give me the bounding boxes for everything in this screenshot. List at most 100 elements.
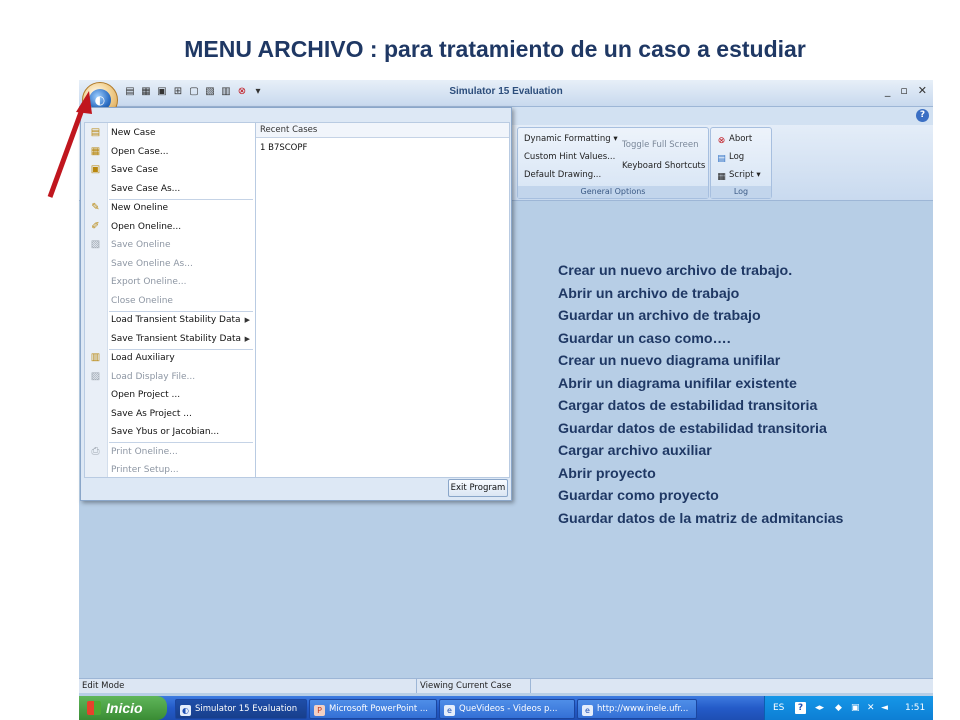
start-label: Inicio: [106, 700, 143, 716]
description-line: Crear un nuevo diagrama unifilar: [558, 353, 781, 369]
internet-explorer-icon: e: [444, 705, 455, 716]
task-simulator[interactable]: ◐ Simulator 15 Evaluation: [175, 699, 307, 719]
abort-button[interactable]: ⊗ Abort: [716, 134, 753, 147]
menu-item[interactable]: Save Case As...: [85, 180, 255, 198]
log-group: ⊗ Abort ▤ Log ▦ Script ▾ Log: [710, 127, 772, 199]
log-button[interactable]: ▤ Log: [716, 152, 744, 165]
menu-item-label: Export Oneline...: [111, 277, 187, 287]
save-case-icon: ▣: [90, 164, 101, 175]
menu-item[interactable]: ✎ New Oneline: [85, 199, 255, 217]
new-oneline-icon: ✎: [91, 202, 100, 213]
menu-item[interactable]: ✐ Open Oneline...: [85, 218, 255, 236]
task-browser[interactable]: e http://www.inele.ufr...: [577, 699, 697, 719]
menu-item-label: Save Ybus or Jacobian...: [111, 427, 220, 437]
chevron-down-icon: ▾: [756, 170, 761, 180]
menu-item[interactable]: Save As Project ...: [85, 405, 255, 423]
clock: 1:51: [905, 703, 926, 713]
restore-button[interactable]: ▫: [900, 84, 907, 97]
keyboard-shortcuts-button[interactable]: Keyboard Shortcuts: [622, 161, 705, 171]
menu-item[interactable]: Printer Setup...: [85, 461, 255, 479]
abort-icon: ⊗: [717, 136, 726, 146]
task-powerpoint[interactable]: P Microsoft PowerPoint ...: [309, 699, 437, 719]
language-indicator[interactable]: ES: [773, 702, 784, 714]
task-label: Simulator 15 Evaluation: [195, 704, 298, 714]
description-line: Guardar datos de la matriz de admitancia…: [558, 510, 844, 527]
menu-item-label: Save Case: [111, 165, 158, 175]
auxiliary-icon: ▥: [90, 352, 101, 363]
shield-icon[interactable]: ◆: [835, 702, 842, 714]
start-button[interactable]: Inicio: [79, 696, 167, 720]
menu-item-label: Load Auxiliary: [111, 353, 175, 363]
script-label: Script: [729, 170, 754, 180]
recent-cases-panel: Recent Cases 1 B7SCOPF: [255, 122, 510, 478]
title-bar: ▤ ▦ ▣ ⊞ ▢ ▧ ▥ ⊗ ▾ Simulator 15 Evaluatio…: [79, 80, 933, 107]
menu-item[interactable]: Save Oneline As...: [85, 255, 255, 273]
arrows-icon[interactable]: ◂▸: [815, 702, 824, 714]
menu-item-label: Save Oneline As...: [111, 258, 193, 269]
network-icon[interactable]: ▣: [851, 702, 860, 714]
script-button[interactable]: ▦ Script ▾: [716, 170, 761, 183]
menu-item[interactable]: Export Oneline...: [85, 273, 255, 291]
recent-cases-header-label: Recent Cases: [260, 125, 318, 135]
menu-item[interactable]: Save Ybus or Jacobian...: [85, 423, 255, 441]
windows-flag-icon: [87, 701, 101, 715]
menu-item[interactable]: ▨ Load Display File...: [85, 368, 255, 386]
menu-item[interactable]: ▤ New Case: [85, 124, 255, 142]
window-controls: _ ▫ ✕: [885, 84, 927, 97]
volume-icon[interactable]: ◄: [881, 702, 888, 714]
task-quevideos[interactable]: e QueVideos - Videos p...: [439, 699, 575, 719]
custom-hint-values-button[interactable]: Custom Hint Values...: [524, 152, 615, 162]
menu-item-label: Save As Project ...: [111, 408, 192, 419]
menu-item[interactable]: ▣ Save Case: [85, 161, 255, 179]
menu-item-label: Save Case As...: [111, 183, 181, 194]
menu-item[interactable]: Open Project ...: [85, 386, 255, 404]
menu-item[interactable]: Save Transient Stability Data ▶: [85, 330, 255, 348]
chevron-down-icon: ▾: [613, 134, 618, 144]
dynamic-formatting-button[interactable]: Dynamic Formatting ▾: [524, 134, 618, 144]
menu-item-label: Open Project ...: [111, 390, 181, 400]
task-label: http://www.inele.ufr...: [597, 704, 689, 714]
exit-program-button[interactable]: Exit Program: [448, 479, 508, 497]
submenu-arrow-icon: ▶: [244, 316, 250, 324]
open-case-icon: ▦: [90, 145, 101, 157]
close-button[interactable]: ✕: [918, 84, 927, 97]
recent-case-item[interactable]: 1 B7SCOPF: [260, 143, 307, 153]
help-icon[interactable]: ?: [795, 702, 806, 714]
status-viewing: Viewing Current Case: [417, 679, 531, 693]
menu-item-label: Close Oneline: [111, 295, 173, 306]
description-line: Cargar archivo auxiliar: [558, 443, 712, 459]
menu-item[interactable]: ⎙ Print Oneline...: [85, 443, 255, 461]
taskbar: Inicio ◐ Simulator 15 Evaluation P Microso…: [79, 696, 933, 720]
menu-item[interactable]: Close Oneline: [85, 292, 255, 310]
status-bar: Edit Mode Viewing Current Case: [79, 678, 933, 693]
submenu-arrow-icon: ▶: [244, 334, 250, 343]
general-options-label: General Options: [518, 186, 708, 198]
log-icon: ▤: [717, 154, 726, 164]
new-case-icon: ▤: [90, 127, 101, 138]
menu-item[interactable]: Load Transient Stability Data ▶: [85, 311, 255, 329]
description-line: Abrir un diagrama unifilar existente: [558, 375, 797, 392]
description-line: Guardar como proyecto: [558, 488, 719, 504]
dynamic-formatting-label: Dynamic Formatting: [524, 134, 611, 144]
menu-item-label: New Oneline: [111, 203, 169, 213]
simulator-icon: ◐: [180, 705, 191, 716]
toggle-full-screen-button[interactable]: Toggle Full Screen: [622, 140, 699, 150]
description-line: Abrir proyecto: [558, 465, 656, 482]
security-icon[interactable]: ✕: [867, 702, 875, 714]
window-title: Simulator 15 Evaluation: [449, 86, 563, 97]
log-group-label: Log: [711, 186, 771, 198]
help-icon[interactable]: ?: [916, 109, 929, 122]
menu-item[interactable]: ▦ Open Case...: [85, 143, 255, 161]
default-drawing-button[interactable]: Default Drawing...: [524, 170, 601, 180]
menu-item-label: Print Oneline...: [111, 446, 178, 457]
system-tray: ES ? ◂▸ ◆ ▣ ✕ ◄ 1:51: [764, 696, 933, 720]
menu-item-label: Load Transient Stability Data: [111, 315, 241, 325]
description-list: Crear un nuevo archivo de trabajo. Abrir …: [558, 260, 843, 530]
recent-cases-header: Recent Cases: [256, 123, 509, 138]
task-label: Microsoft PowerPoint ...: [329, 704, 428, 714]
menu-item[interactable]: ▥ Load Auxiliary: [85, 349, 255, 367]
minimize-button[interactable]: _: [885, 84, 891, 97]
description-line: Guardar un archivo de trabajo: [558, 308, 761, 324]
menu-item[interactable]: ▧ Save Oneline: [85, 236, 255, 254]
menu-item-label: Save Oneline: [111, 240, 171, 250]
